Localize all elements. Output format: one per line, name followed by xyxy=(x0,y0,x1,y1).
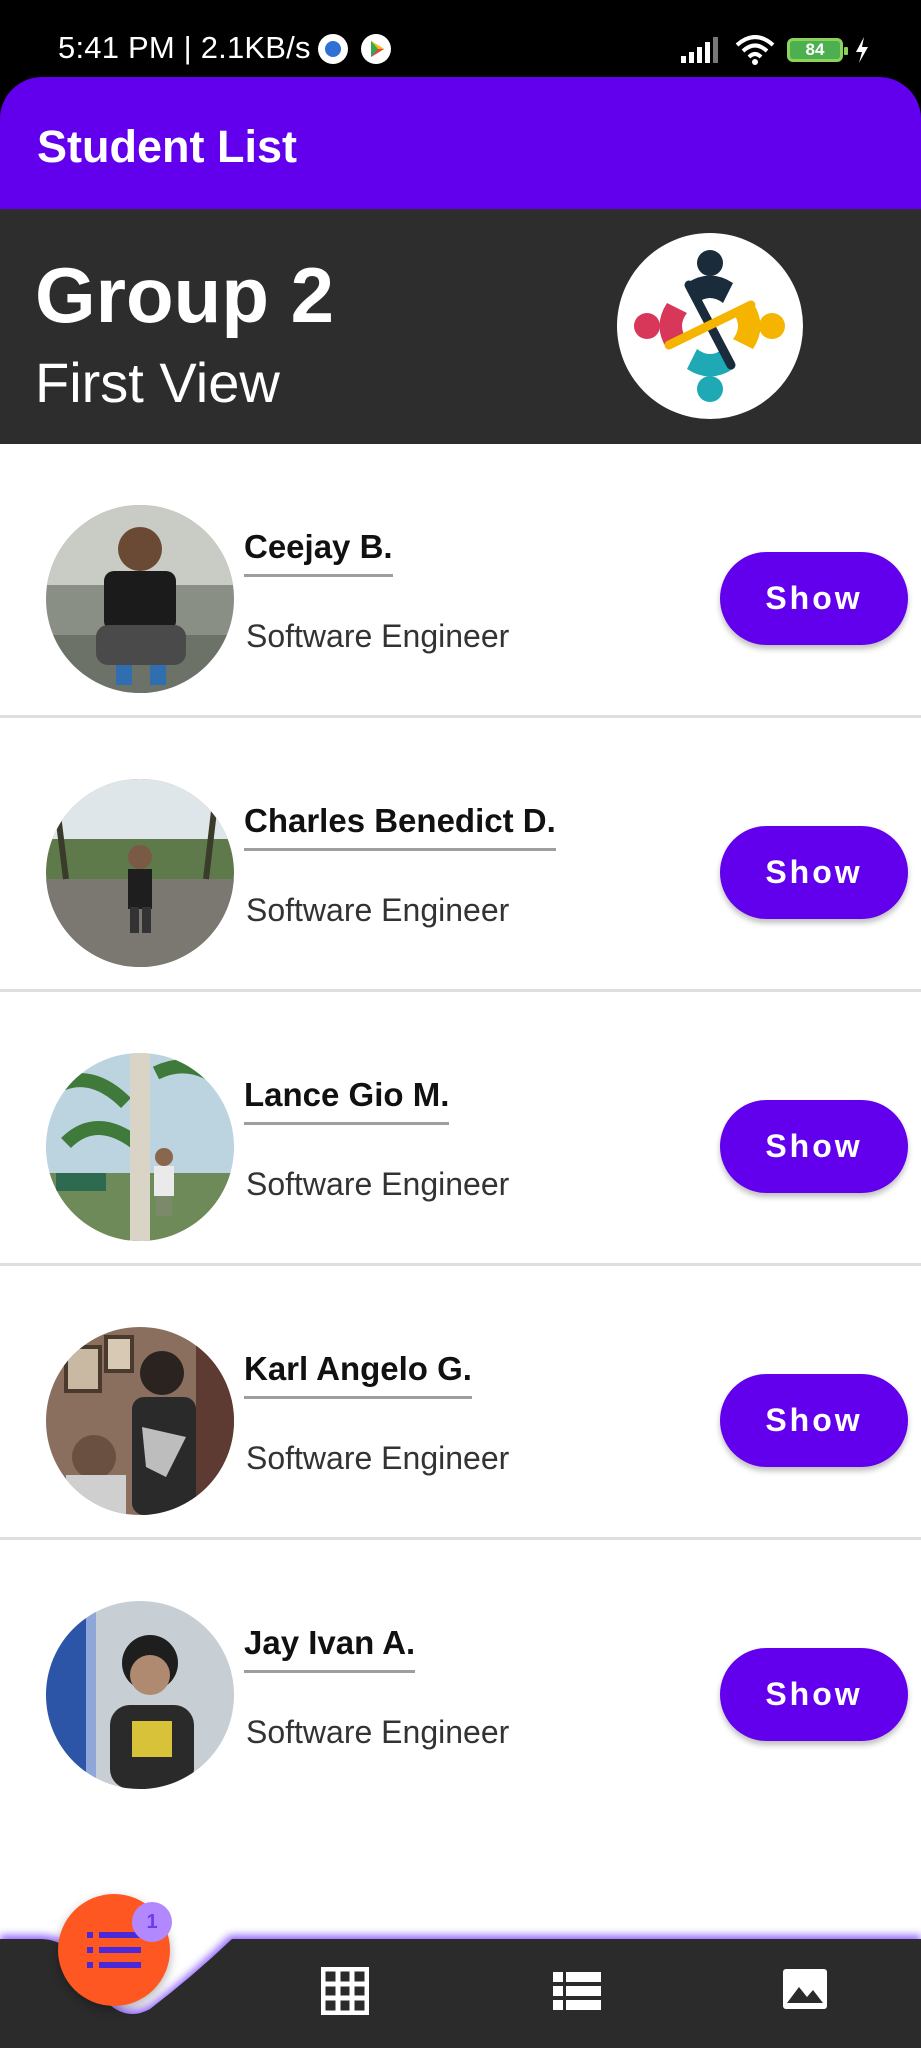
student-name: Karl Angelo G. xyxy=(244,1350,472,1399)
play-store-notification-icon xyxy=(361,34,391,64)
battery-icon: 84 xyxy=(787,38,848,62)
group-subtitle: First View xyxy=(35,351,280,414)
group-header: Group 2 First View xyxy=(0,209,921,444)
grid-icon[interactable] xyxy=(320,1966,370,2016)
wifi-icon xyxy=(735,35,775,65)
avatar xyxy=(46,1327,234,1515)
avatar xyxy=(46,1601,234,1789)
student-role: Software Engineer xyxy=(246,1166,510,1202)
student-name: Charles Benedict D. xyxy=(244,802,556,851)
list-bullet-icon xyxy=(87,1932,141,1968)
student-name: Ceejay B. xyxy=(244,528,393,577)
avatar xyxy=(46,1053,234,1241)
signal-icon xyxy=(681,37,718,63)
list-item: Karl Angelo G. Software Engineer Show xyxy=(0,1266,921,1540)
status-time: 5:41 PM | 2.1KB/s xyxy=(58,30,311,65)
avatar xyxy=(46,505,234,693)
status-right-icons: 84 xyxy=(681,34,869,66)
student-name: Jay Ivan A. xyxy=(244,1624,416,1673)
show-button[interactable]: Show xyxy=(720,552,908,645)
app-title: Student List xyxy=(37,121,297,172)
list-item: Ceejay B. Software Engineer Show xyxy=(0,444,921,718)
teamwork-logo xyxy=(617,233,803,419)
list-item: Charles Benedict D. Software Engineer Sh… xyxy=(0,718,921,992)
avatar xyxy=(46,779,234,967)
group-title: Group 2 xyxy=(35,251,335,339)
charging-icon xyxy=(856,37,868,63)
settings-notification-icon xyxy=(318,34,348,64)
student-role: Software Engineer xyxy=(246,892,510,928)
show-button[interactable]: Show xyxy=(720,1648,908,1741)
student-role: Software Engineer xyxy=(246,618,510,654)
student-role: Software Engineer xyxy=(246,1714,510,1750)
show-button[interactable]: Show xyxy=(720,1374,908,1467)
show-button[interactable]: Show xyxy=(720,826,908,919)
table-list-icon[interactable] xyxy=(553,1972,601,2020)
list-item: Lance Gio M. Software Engineer Show xyxy=(0,992,921,1266)
list-item: Jay Ivan A. Software Engineer Show xyxy=(0,1540,921,1814)
student-list: Ceejay B. Software Engineer Show Charles… xyxy=(0,444,921,1814)
show-button[interactable]: Show xyxy=(720,1100,908,1193)
student-role: Software Engineer xyxy=(246,1440,510,1476)
app-bar: Student List xyxy=(0,77,921,209)
image-icon[interactable] xyxy=(783,1969,831,2017)
notification-badge: 1 xyxy=(132,1902,172,1942)
student-name: Lance Gio M. xyxy=(244,1076,450,1125)
